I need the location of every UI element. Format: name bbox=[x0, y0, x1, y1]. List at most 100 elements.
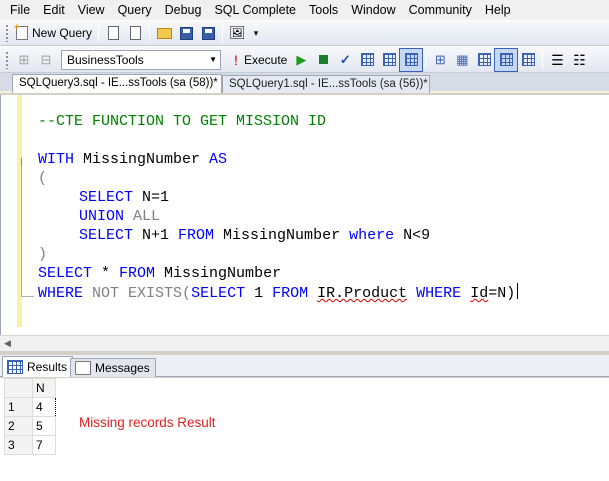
debug-button[interactable]: ▶ bbox=[290, 49, 312, 71]
row-number[interactable]: 3 bbox=[4, 435, 33, 455]
grid-header-row: N bbox=[4, 378, 56, 398]
save-all-icon bbox=[201, 26, 215, 40]
code-line-select-1: SELECT N=1 bbox=[79, 189, 170, 206]
include-plan-button[interactable]: ⊞ bbox=[429, 49, 451, 71]
code-line-select-2: SELECT N+1 FROM MissingNumber where N<9 bbox=[79, 227, 431, 244]
results-grid-icon bbox=[7, 360, 23, 374]
database-select[interactable]: BusinessTools ▼ bbox=[61, 49, 221, 70]
outline-end bbox=[22, 296, 34, 297]
client-stats-button[interactable]: ▦ bbox=[451, 49, 473, 71]
menu-file[interactable]: File bbox=[4, 1, 37, 19]
monitor-icon: 🖼 bbox=[229, 25, 246, 40]
stop-icon bbox=[318, 55, 328, 64]
toolbar-separator bbox=[98, 24, 100, 42]
check-icon: ✓ bbox=[339, 51, 351, 67]
save-all-button[interactable] bbox=[197, 22, 219, 44]
code-line-with: WITH MissingNumber AS bbox=[38, 151, 228, 168]
execute-button[interactable]: ! Execute bbox=[225, 49, 290, 71]
text-caret bbox=[517, 283, 519, 299]
code-line-union: UNION ALL bbox=[79, 208, 161, 225]
stats-icon: ▦ bbox=[456, 51, 469, 67]
document-tabs: SQLQuery3.sql - IE...ssTools (sa (58))* … bbox=[0, 73, 609, 93]
display-plan-button[interactable] bbox=[356, 49, 378, 71]
messages-icon bbox=[75, 361, 91, 375]
connect-icon: ⊞ bbox=[18, 51, 30, 67]
analysis-query-button[interactable] bbox=[124, 22, 146, 44]
database-select-value: BusinessTools bbox=[67, 52, 144, 67]
intellisense-icon bbox=[404, 53, 418, 66]
code-line-comment: --CTE FUNCTION TO GET MISSION ID bbox=[38, 113, 327, 130]
row-number[interactable]: 2 bbox=[4, 416, 33, 436]
editor-horizontal-scrollbar[interactable]: ◀ bbox=[0, 335, 609, 351]
new-query-label: New Query bbox=[32, 26, 93, 40]
menu-edit[interactable]: Edit bbox=[37, 1, 72, 19]
outline-line bbox=[21, 166, 22, 297]
activity-monitor-button[interactable]: 🖼 bbox=[226, 22, 248, 44]
menu-query[interactable]: Query bbox=[112, 1, 159, 19]
menu-window[interactable]: Window bbox=[345, 1, 402, 19]
results-tabs: Results Messages bbox=[0, 355, 609, 377]
query-document-icon bbox=[129, 26, 141, 40]
plan-grid-icon bbox=[360, 53, 374, 66]
code-line-select-3: SELECT * FROM MissingNumber bbox=[38, 265, 282, 282]
table-row[interactable]: 3 7 bbox=[4, 435, 56, 455]
chevron-down-icon: ▾ bbox=[253, 28, 259, 38]
outline-collapse-marker[interactable] bbox=[21, 158, 22, 166]
menu-sql-complete[interactable]: SQL Complete bbox=[208, 1, 303, 19]
query-editor[interactable]: --CTE FUNCTION TO GET MISSION ID WITH Mi… bbox=[0, 95, 609, 335]
results-grid[interactable]: N 1 4 2 5 3 7 bbox=[4, 378, 56, 455]
toolbar-separator bbox=[425, 50, 427, 69]
menu-debug[interactable]: Debug bbox=[159, 1, 209, 19]
table-row[interactable]: 1 4 bbox=[4, 397, 56, 417]
comment-lines-icon: ☰ bbox=[551, 51, 564, 68]
code-line-where: WHERE NOT EXISTS(SELECT 1 FROM IR.Produc… bbox=[38, 283, 519, 303]
menu-help[interactable]: Help bbox=[479, 1, 518, 19]
grid-results-icon bbox=[499, 53, 513, 66]
squiggle-error: IR.Product bbox=[317, 285, 408, 302]
column-header-n[interactable]: N bbox=[32, 378, 56, 398]
grid-cell[interactable]: 7 bbox=[32, 435, 56, 455]
play-icon: ▶ bbox=[296, 51, 307, 67]
sql-editor-toolbar: ⊞ ⊟ BusinessTools ▼ ! Execute ▶ ✓ ⊞ ▦ ☰ … bbox=[0, 46, 609, 73]
menu-view[interactable]: View bbox=[72, 1, 112, 19]
save-button[interactable] bbox=[175, 22, 197, 44]
toolbar-separator bbox=[149, 24, 151, 42]
results-to-file-button[interactable] bbox=[517, 49, 539, 71]
tab-results[interactable]: Results bbox=[2, 356, 74, 377]
results-pane: N 1 4 2 5 3 7 Missing records Result bbox=[0, 378, 609, 481]
connect-button[interactable]: ⊞ bbox=[13, 49, 35, 71]
toolbar-options-button[interactable]: ▾ bbox=[248, 22, 264, 44]
cancel-query-button[interactable] bbox=[312, 49, 334, 71]
disconnect-button[interactable]: ⊟ bbox=[35, 49, 57, 71]
code-line-close-paren: ) bbox=[38, 246, 48, 263]
annotation-text: Missing records Result bbox=[79, 415, 216, 430]
table-row[interactable]: 2 5 bbox=[4, 416, 56, 436]
tab-messages[interactable]: Messages bbox=[70, 358, 156, 377]
designer-icon bbox=[382, 53, 396, 66]
toolbar-grip[interactable] bbox=[5, 50, 9, 69]
grid-corner[interactable] bbox=[4, 378, 33, 398]
file-results-icon bbox=[521, 53, 535, 66]
results-to-text-button[interactable] bbox=[473, 49, 495, 71]
intellisense-button[interactable] bbox=[399, 47, 424, 72]
grid-cell[interactable]: 5 bbox=[32, 416, 56, 436]
database-engine-query-button[interactable] bbox=[102, 22, 124, 44]
new-query-button[interactable]: New Query bbox=[13, 22, 95, 44]
comment-out-button[interactable]: ☰ bbox=[546, 49, 568, 71]
standard-toolbar: New Query 🖼 ▾ bbox=[0, 20, 609, 46]
scroll-left-arrow-icon[interactable]: ◀ bbox=[4, 338, 11, 349]
parse-button[interactable]: ✓ bbox=[334, 49, 356, 71]
row-number[interactable]: 1 bbox=[4, 397, 33, 417]
query-designer-button[interactable] bbox=[378, 49, 400, 71]
open-file-button[interactable] bbox=[153, 22, 175, 44]
menu-tools[interactable]: Tools bbox=[303, 1, 345, 19]
tab-sqlquery1[interactable]: SQLQuery1.sql - IE...ssTools (sa (56))* bbox=[222, 75, 430, 93]
tab-sqlquery3[interactable]: SQLQuery3.sql - IE...ssTools (sa (58))* bbox=[12, 74, 222, 93]
menu-community[interactable]: Community bbox=[403, 1, 479, 19]
toolbar-grip[interactable] bbox=[5, 24, 9, 42]
uncomment-button[interactable]: ☷ bbox=[568, 49, 590, 71]
execute-label: Execute bbox=[244, 52, 288, 67]
grid-cell[interactable]: 4 bbox=[32, 397, 56, 417]
disconnect-icon: ⊟ bbox=[40, 51, 52, 67]
results-to-grid-button[interactable] bbox=[494, 47, 519, 72]
